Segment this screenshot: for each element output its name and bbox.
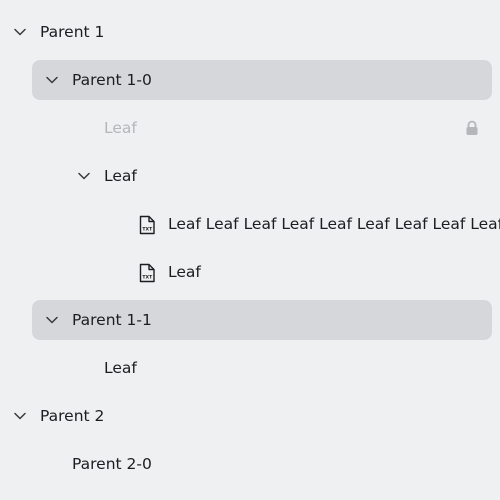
tree-node-label: Parent 1-1 [72, 311, 152, 329]
chevron-down-icon[interactable] [77, 169, 91, 183]
tree-node-label: Parent 1-0 [72, 71, 152, 89]
tree-node-parent-2[interactable]: Parent 2 [0, 396, 500, 436]
tree-node-label: Leaf Leaf Leaf Leaf Leaf Leaf Leaf Leaf … [168, 215, 500, 233]
tree-node-parent-2-0[interactable]: Parent 2-0 [0, 444, 500, 484]
tree-node-label: Parent 2 [40, 407, 105, 425]
chevron-down-icon[interactable] [45, 73, 59, 87]
chevron-down-icon[interactable] [45, 313, 59, 327]
tree-node-label: Leaf [168, 263, 201, 281]
tree-node-label: Parent 1 [40, 23, 105, 41]
tree-node-parent-1[interactable]: Parent 1 [0, 12, 500, 52]
tree-node-leaf-file[interactable]: TXT Leaf [0, 252, 500, 292]
chevron-down-icon[interactable] [13, 409, 27, 423]
tree-node-leaf-folder[interactable]: Leaf [0, 156, 500, 196]
tree-node-leaf-long[interactable]: TXT Leaf Leaf Leaf Leaf Leaf Leaf Leaf L… [0, 204, 500, 244]
txt-file-icon: TXT [138, 263, 156, 283]
lock-icon [464, 120, 480, 136]
tree-node-leaf-plain[interactable]: Leaf [0, 348, 500, 388]
tree-node-label: Leaf [104, 119, 137, 137]
tree-node-label: Leaf [104, 167, 137, 185]
tree-node-label: Parent 2-0 [72, 455, 152, 473]
tree-node-label: Leaf [104, 359, 137, 377]
tree-node-parent-1-1[interactable]: Parent 1-1 [32, 300, 492, 340]
svg-text:TXT: TXT [142, 275, 153, 281]
tree-node-leaf-disabled: Leaf [0, 108, 500, 148]
chevron-down-icon[interactable] [13, 25, 27, 39]
svg-text:TXT: TXT [142, 227, 153, 233]
tree: Parent 1 Parent 1-0 Leaf Leaf TXT Leaf L… [0, 0, 500, 500]
txt-file-icon: TXT [138, 215, 156, 235]
tree-node-parent-1-0[interactable]: Parent 1-0 [32, 60, 492, 100]
